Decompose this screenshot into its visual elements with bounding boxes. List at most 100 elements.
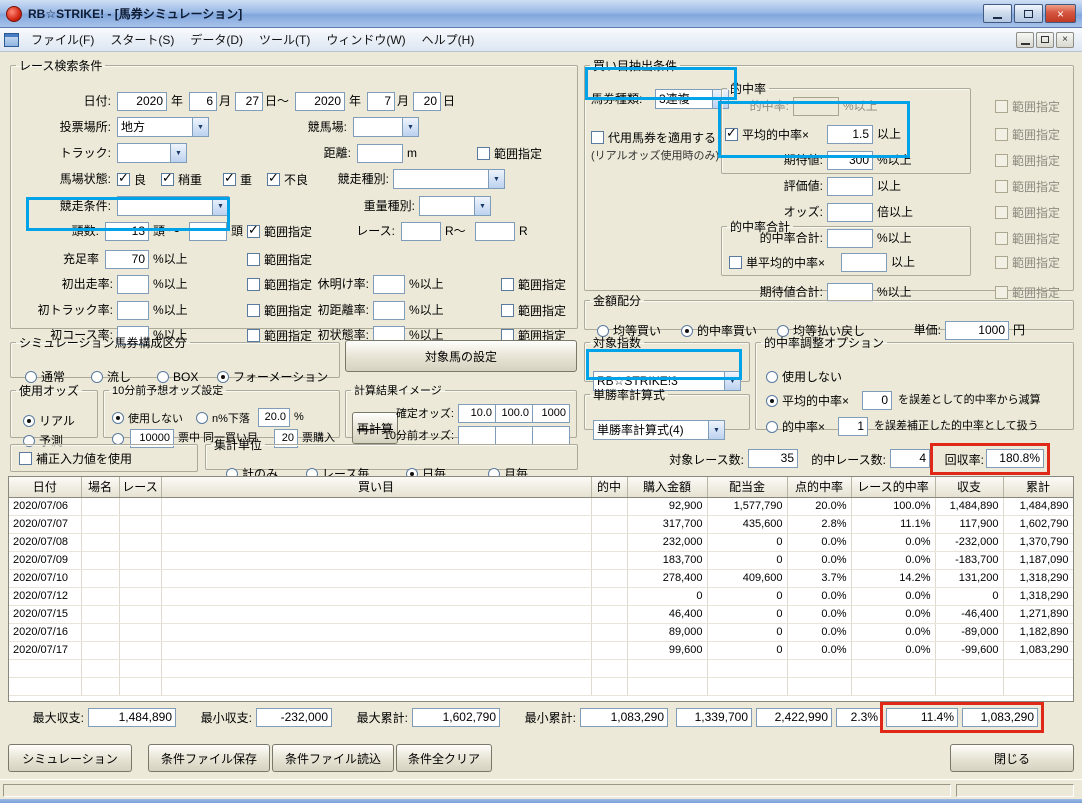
checkbox[interactable] — [995, 256, 1008, 269]
correction-checkbox[interactable]: 補正入力値を使用 — [19, 449, 132, 468]
expectation-input[interactable]: 300 — [827, 151, 873, 170]
checkbox[interactable] — [247, 253, 260, 266]
col-header-date[interactable]: 日付 — [9, 477, 82, 498]
radio-button[interactable] — [25, 370, 37, 383]
table-row[interactable]: 2020/07/08 232,000 0 0.0% 0.0% -232,000 … — [9, 533, 1073, 552]
radio-button[interactable] — [766, 420, 778, 433]
hit-rate-sum-input[interactable] — [827, 229, 873, 248]
evaluation-input[interactable] — [827, 177, 873, 196]
col-header-payout[interactable]: 配当金 — [707, 477, 788, 498]
minimize-button[interactable] — [983, 4, 1012, 23]
mdi-close-button[interactable]: × — [1056, 31, 1074, 48]
going-slightly-heavy-checkbox[interactable]: 稍重 — [161, 170, 202, 189]
checkbox[interactable] — [117, 170, 130, 186]
col-header-cum[interactable]: 累計 — [1003, 477, 1073, 498]
col-header-pt-rate[interactable]: 点的中率 — [787, 477, 852, 498]
date-from-month-input[interactable]: 6 — [189, 92, 217, 111]
checkbox[interactable] — [995, 154, 1008, 167]
mdi-minimize-button[interactable] — [1016, 31, 1034, 48]
bet-type-select[interactable]: 3連複 ▼ — [655, 89, 729, 109]
date-from-year-input[interactable]: 2020 — [117, 92, 167, 111]
checkbox[interactable] — [247, 222, 260, 238]
first-distance-range-checkbox[interactable]: 範囲指定 — [501, 301, 566, 320]
maximize-button[interactable] — [1014, 4, 1043, 23]
going-good-checkbox[interactable]: 良 — [117, 170, 146, 189]
race-no-from-input[interactable] — [401, 222, 441, 241]
distance-input[interactable] — [357, 144, 403, 163]
table-row[interactable]: 2020/07/07 317,700 435,600 2.8% 11.1% 11… — [9, 515, 1073, 534]
table-row[interactable]: 2020/07/09 183,700 0 0.0% 0.0% -183,700 … — [9, 551, 1073, 570]
load-condition-button[interactable]: 条件ファイル読込 — [272, 744, 394, 772]
radio-button[interactable] — [112, 411, 124, 424]
col-header-race-rate[interactable]: レース的中率 — [851, 477, 936, 498]
adjust-avg-input[interactable]: 0 — [862, 391, 892, 410]
checkbox[interactable] — [995, 100, 1008, 113]
chevron-down-icon[interactable]: ▼ — [170, 144, 186, 162]
fulfillment-range-checkbox[interactable]: 範囲指定 — [247, 250, 312, 269]
table-row[interactable] — [9, 659, 1073, 678]
range-checkbox[interactable]: 範囲指定 — [995, 177, 1060, 196]
table-row[interactable]: 2020/07/12 0 0 0.0% 0.0% 0 1,318,290 — [9, 587, 1073, 606]
table-row[interactable]: 2020/07/10 278,400 409,600 3.7% 14.2% 13… — [9, 569, 1073, 588]
chevron-down-icon[interactable]: ▼ — [488, 170, 504, 188]
first-run-rate-input[interactable] — [117, 275, 149, 294]
substitute-bet-checkbox[interactable]: 代用馬券を適用する — [591, 128, 716, 147]
course-select[interactable]: ▼ — [353, 117, 419, 137]
chevron-down-icon[interactable]: ▼ — [708, 421, 724, 439]
real-odds-radio[interactable]: リアル — [23, 411, 75, 430]
pre10-drop-input[interactable]: 20.0 — [258, 408, 290, 427]
radio-button[interactable] — [91, 370, 103, 383]
fixed-odds-input-3[interactable]: 1000 — [532, 404, 570, 423]
col-header-hit[interactable]: 的中 — [591, 477, 628, 498]
avg-hit-rate-checkbox[interactable]: 平均的中率× — [725, 125, 809, 144]
date-to-day-input[interactable]: 20 — [413, 92, 441, 111]
adjust-none-radio[interactable]: 使用しない — [766, 367, 842, 386]
chevron-down-icon[interactable]: ▼ — [212, 197, 228, 215]
radio-button[interactable] — [217, 370, 229, 383]
menu-help[interactable]: ヘルプ(H) — [414, 28, 483, 51]
checkbox[interactable] — [247, 278, 260, 291]
table-row[interactable] — [9, 677, 1073, 696]
results-table-container[interactable]: 日付 場名 レース 買い目 的中 購入金額 配当金 点的中率 レース的中率 収支… — [8, 476, 1074, 702]
adjust-avg-radio[interactable]: 平均的中率× — [766, 391, 849, 410]
win-rate-formula-select[interactable]: 単勝率計算式(4) ▼ — [593, 420, 725, 440]
range-checkbox[interactable]: 範囲指定 — [995, 125, 1060, 144]
radio-button[interactable] — [157, 370, 169, 383]
checkbox[interactable] — [161, 170, 174, 186]
menu-window[interactable]: ウィンドウ(W) — [318, 28, 413, 51]
checkbox[interactable] — [995, 232, 1008, 245]
heads-range-checkbox[interactable]: 範囲指定 — [247, 222, 312, 241]
radio-button[interactable] — [23, 414, 35, 427]
range-checkbox[interactable]: 範囲指定 — [995, 229, 1060, 248]
rest-range-checkbox[interactable]: 範囲指定 — [501, 275, 566, 294]
table-row[interactable]: 2020/07/17 99,600 0 0.0% 0.0% -99,600 1,… — [9, 641, 1073, 660]
mdi-restore-button[interactable] — [1036, 31, 1054, 48]
first-track-rate-input[interactable] — [117, 301, 149, 320]
close-dialog-button[interactable]: 閉じる — [950, 744, 1074, 772]
date-to-year-input[interactable]: 2020 — [295, 92, 345, 111]
checkbox[interactable] — [995, 180, 1008, 193]
close-button[interactable]: × — [1045, 4, 1076, 23]
target-horse-settings-button[interactable]: 対象馬の設定 — [345, 340, 577, 372]
single-avg-hit-rate-checkbox[interactable]: 単平均的中率× — [729, 253, 825, 272]
save-condition-button[interactable]: 条件ファイル保存 — [148, 744, 270, 772]
col-header-amount[interactable]: 購入金額 — [627, 477, 708, 498]
going-bad-checkbox[interactable]: 不良 — [267, 170, 308, 189]
checkbox[interactable] — [477, 147, 490, 160]
checkbox[interactable] — [591, 131, 604, 144]
col-header-balance[interactable]: 収支 — [935, 477, 1004, 498]
date-from-day-input[interactable]: 27 — [235, 92, 263, 111]
menu-data[interactable]: データ(D) — [182, 28, 251, 51]
checkbox[interactable] — [267, 170, 280, 186]
radio-button[interactable] — [766, 370, 778, 383]
chevron-down-icon[interactable]: ▼ — [474, 197, 490, 215]
race-condition-select[interactable]: ▼ — [117, 196, 229, 216]
race-type-select[interactable]: ▼ — [393, 169, 505, 189]
checkbox[interactable] — [729, 256, 742, 269]
clear-all-button[interactable]: 条件全クリア — [396, 744, 492, 772]
adjust-hit-radio[interactable]: 的中率× — [766, 417, 825, 436]
fixed-odds-input-2[interactable]: 100.0 — [495, 404, 533, 423]
checkbox[interactable] — [223, 170, 236, 186]
going-heavy-checkbox[interactable]: 重 — [223, 170, 252, 189]
weight-type-select[interactable]: ▼ — [419, 196, 491, 216]
